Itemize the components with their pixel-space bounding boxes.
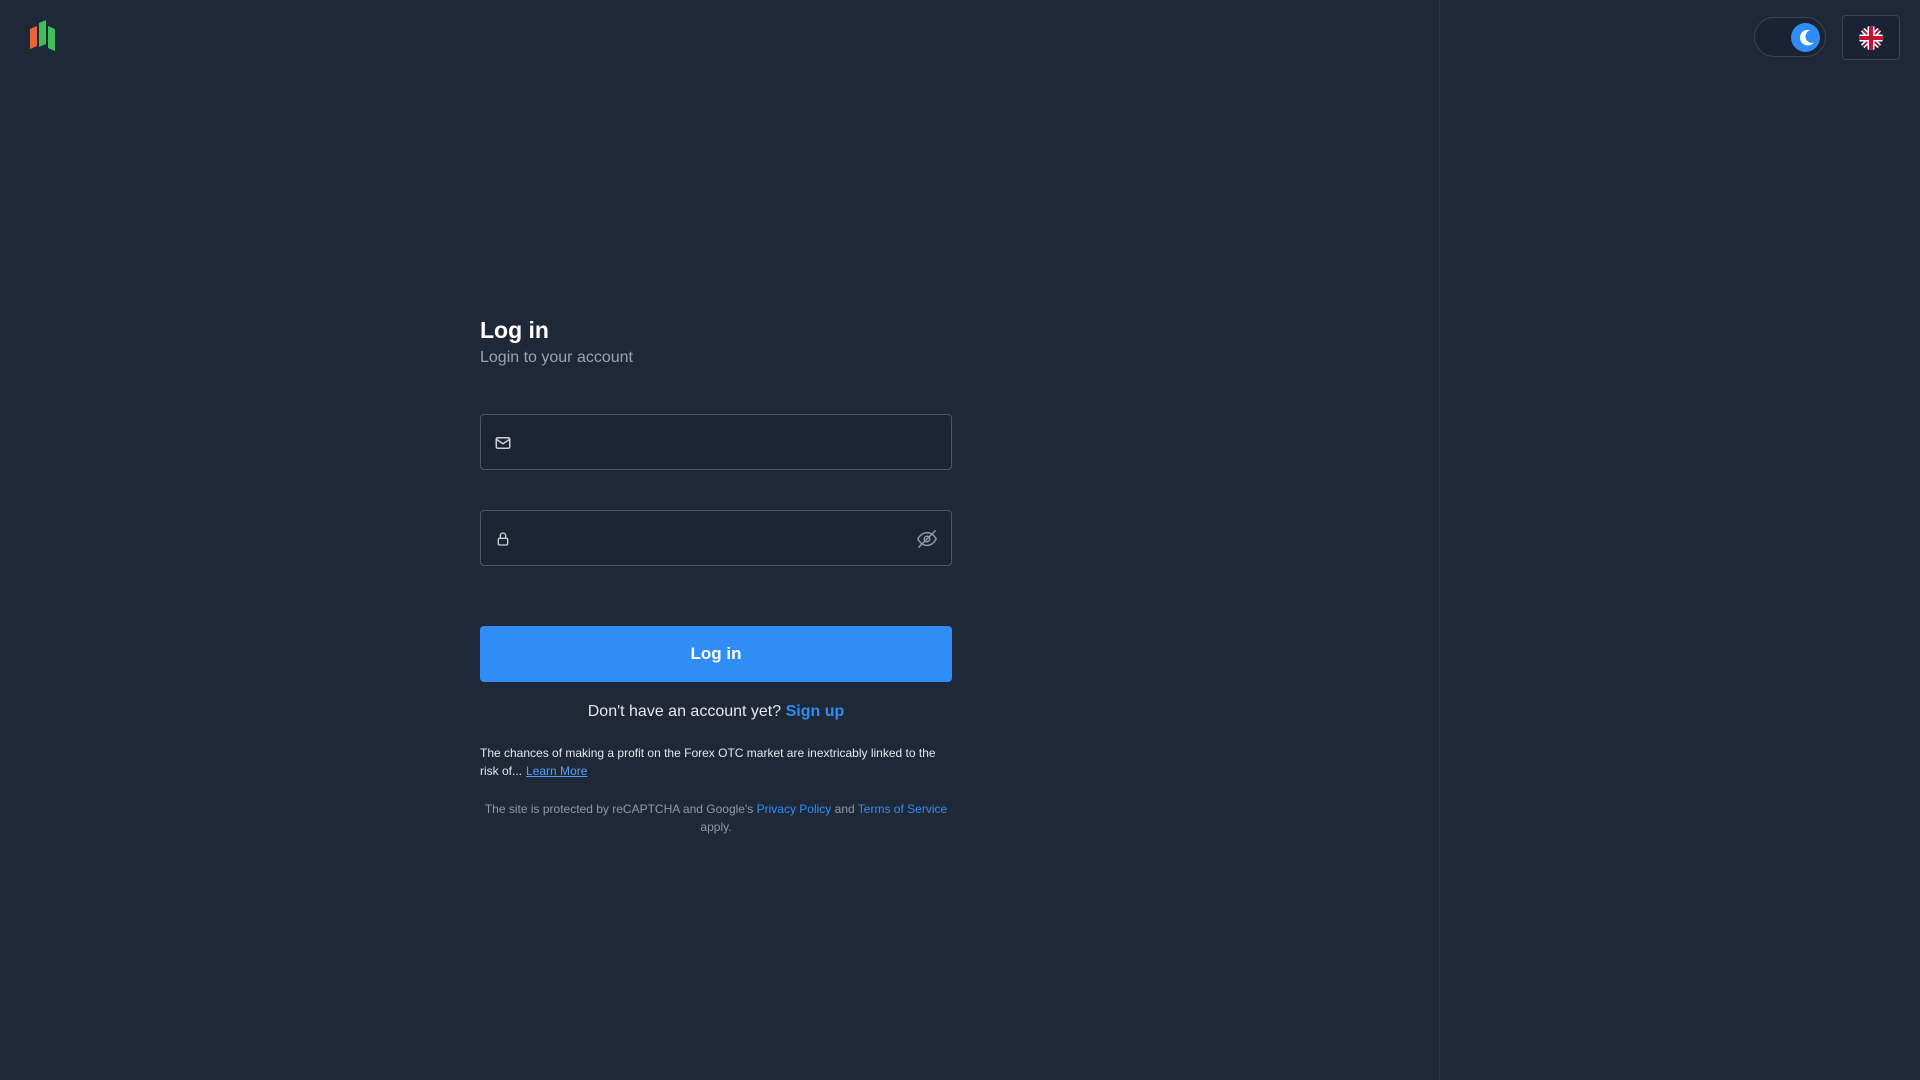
page-title: Log in — [480, 317, 549, 343]
page-subtitle: Login to your account — [480, 349, 633, 366]
brand-logo-icon[interactable] — [30, 20, 58, 52]
language-selector-button[interactable] — [1842, 15, 1900, 60]
recaptcha-suffix: apply. — [700, 820, 732, 834]
login-button[interactable]: Log in — [480, 626, 952, 682]
login-panel: Log in Login to your account Log in Don'… — [0, 0, 1440, 1080]
recaptcha-prefix: The site is protected by reCAPTCHA and G… — [484, 802, 754, 816]
signup-prompt: Don't have an account yet? Sign up — [480, 702, 952, 722]
recaptcha-notice: The site is protected by reCAPTCHA and G… — [480, 800, 952, 836]
email-field[interactable] — [480, 414, 952, 470]
privacy-policy-link[interactable]: Privacy Policy — [757, 802, 832, 816]
learn-more-link[interactable]: Learn More — [526, 764, 587, 778]
recaptcha-and: and — [834, 802, 855, 816]
email-input[interactable] — [525, 415, 905, 469]
uk-flag-icon — [1859, 25, 1883, 50]
login-page: Log in Login to your account Log in Don'… — [0, 0, 1920, 1080]
password-field[interactable] — [480, 510, 952, 566]
risk-disclaimer: The chances of making a profit on the Fo… — [480, 744, 952, 780]
login-form: Log in Login to your account Log in Don'… — [480, 310, 952, 836]
password-input[interactable] — [525, 511, 905, 565]
signup-link[interactable]: Sign up — [786, 703, 845, 720]
terms-of-service-link[interactable]: Terms of Service — [858, 802, 947, 816]
mail-icon — [493, 433, 513, 453]
signup-prompt-text: Don't have an account yet? — [587, 703, 782, 720]
lock-icon — [493, 529, 513, 549]
moon-icon — [1791, 23, 1820, 52]
side-panel — [1441, 0, 1920, 1080]
theme-toggle[interactable] — [1754, 17, 1826, 57]
eye-off-icon[interactable] — [915, 527, 939, 551]
